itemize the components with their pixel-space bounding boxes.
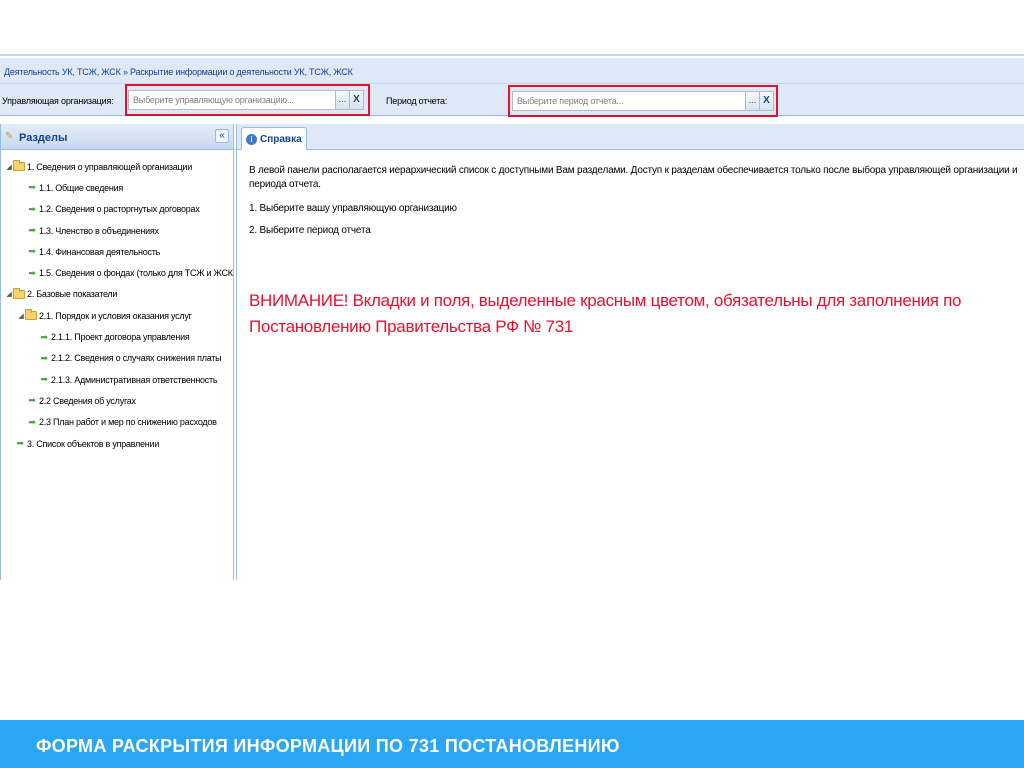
sections-panel: ✎ Разделы « ◢ 1. Сведения о управляющей … <box>0 124 234 580</box>
breadcrumb[interactable]: Деятельность УК, ТСЖ, ЖСК » Раскрытие ин… <box>0 58 1024 84</box>
expand-arrow-icon[interactable]: ◢ <box>5 290 13 298</box>
folder-icon <box>13 160 25 172</box>
required-highlight-org <box>125 84 370 116</box>
org-label: Управляющая организация: <box>2 96 114 106</box>
tab-help-label[interactable]: Справка <box>260 134 302 145</box>
tab-help[interactable]: i Справка <box>241 127 307 150</box>
expand-arrow-icon[interactable]: ◢ <box>17 312 25 320</box>
arrow-right-icon: ➡ <box>28 182 36 193</box>
tree-node[interactable]: ◢ 1. Сведения о управляющей организации <box>1 156 233 177</box>
tree-node-label[interactable]: 1.5. Сведения о фондах (только для ТСЖ и… <box>39 268 233 278</box>
sections-tree: ◢ 1. Сведения о управляющей организации … <box>1 150 233 454</box>
filter-toolbar: Управляющая организация: Выберите управл… <box>0 84 1024 117</box>
arrow-right-icon: ➡ <box>28 225 36 236</box>
help-intro: В левой панели располагается иерархическ… <box>249 165 1018 190</box>
help-panel: i Справка В левой панели располагается и… <box>236 124 1024 580</box>
arrow-right-icon: ➡ <box>28 246 36 257</box>
tree-node-label[interactable]: 1.2. Сведения о расторгнутых договорах <box>39 204 200 214</box>
tree-node[interactable]: ➡ 1.3. Членство в объединениях <box>1 220 233 241</box>
tree-node[interactable]: ➡ 2.1.2. Сведения о случаях снижения пла… <box>1 348 233 369</box>
arrow-right-icon: ➡ <box>16 438 24 448</box>
tree-node-label[interactable]: 2.1.3. Административная ответственность <box>51 375 218 385</box>
tree-node-label[interactable]: 2.2 Сведения об услугах <box>39 396 136 406</box>
folder-icon <box>25 309 37 321</box>
tree-node[interactable]: ➡ 1.2. Сведения о расторгнутых договорах <box>1 199 233 220</box>
tree-node[interactable]: ➡ 2.3 План работ и мер по снижению расхо… <box>1 412 233 433</box>
arrow-right-icon: ➡ <box>28 203 36 214</box>
footer-banner: ФОРМА РАСКРЫТИЯ ИНФОРМАЦИИ ПО 731 ПОСТАН… <box>0 720 1024 768</box>
tab-strip: i Справка <box>237 124 1024 150</box>
tree-node[interactable]: ➡ 1.1. Общие сведения <box>1 177 233 198</box>
tree-node[interactable]: ➡ 3. Список объектов в управлении <box>1 433 233 454</box>
folder-icon <box>13 287 25 299</box>
tree-node-label[interactable]: 1. Сведения о управляющей организации <box>27 162 192 172</box>
collapse-panel-button[interactable]: « <box>215 129 229 143</box>
app-screenshot: Деятельность УК, ТСЖ, ЖСК » Раскрытие ин… <box>0 54 1024 580</box>
tree-node[interactable]: ➡ 1.5. Сведения о фондах (только для ТСЖ… <box>1 262 233 283</box>
arrow-right-icon: ➡ <box>28 416 36 427</box>
tree-node-label[interactable]: 2.3 План работ и мер по снижению расходо… <box>39 417 217 427</box>
tree-node[interactable]: ➡ 2.1.3. Административная ответственност… <box>1 369 233 390</box>
tree-node-label[interactable]: 2.1. Порядок и условия оказания услуг <box>39 311 192 321</box>
arrow-right-icon: ➡ <box>28 267 36 278</box>
tree-node-label[interactable]: 2.1.2. Сведения о случаях снижения платы <box>51 353 222 363</box>
warning-text: ВНИМАНИЕ! Вкладки и поля, выделенные кра… <box>249 291 962 336</box>
tree-node[interactable]: ➡ 2.2 Сведения об услугах <box>1 390 233 411</box>
sections-panel-title: Разделы <box>19 132 68 144</box>
expand-arrow-icon[interactable]: ◢ <box>5 163 13 171</box>
required-highlight-period <box>508 85 778 117</box>
arrow-right-icon: ➡ <box>28 395 36 406</box>
period-label: Период отчета: <box>386 96 448 106</box>
arrow-right-icon: ➡ <box>40 374 48 385</box>
help-text: В левой панели располагается иерархическ… <box>249 164 1019 236</box>
help-step-1: 1. Выберите вашу управляющую организацию <box>249 203 457 214</box>
arrow-right-icon: ➡ <box>40 331 48 342</box>
tree-node-label[interactable]: 2.1.1. Проект договора управления <box>51 332 190 342</box>
arrow-right-icon: ➡ <box>40 352 48 363</box>
tree-node[interactable]: ◢ 2. Базовые показатели <box>1 284 233 305</box>
tree-node-label[interactable]: 1.3. Членство в объединениях <box>39 226 159 236</box>
tree-node[interactable]: ➡ 1.4. Финансовая деятельность <box>1 241 233 262</box>
pencil-icon: ✎ <box>5 131 14 142</box>
tree-node-label[interactable]: 3. Список объектов в управлении <box>27 439 159 449</box>
tree-node[interactable]: ➡ 2.1.1. Проект договора управления <box>1 326 233 347</box>
tree-node-label[interactable]: 2. Базовые показатели <box>27 289 117 299</box>
tree-node-label[interactable]: 1.1. Общие сведения <box>39 183 123 193</box>
help-step-2: 2. Выберите период отчета <box>249 225 371 236</box>
sections-panel-header: ✎ Разделы « <box>1 124 233 150</box>
tree-node[interactable]: ◢ 2.1. Порядок и условия оказания услуг <box>1 305 233 326</box>
tree-node-label[interactable]: 1.4. Финансовая деятельность <box>39 247 160 257</box>
info-icon: i <box>246 133 257 145</box>
footer-title: ФОРМА РАСКРЫТИЯ ИНФОРМАЦИИ ПО 731 ПОСТАН… <box>36 736 620 756</box>
